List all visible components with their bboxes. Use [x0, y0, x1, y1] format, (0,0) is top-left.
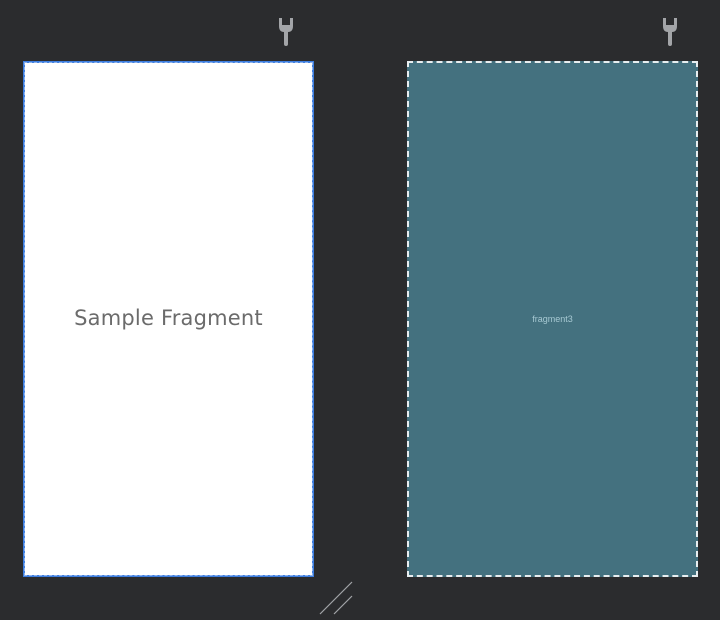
blueprint-preview-frame[interactable]: fragment3 [407, 61, 698, 577]
design-preview-frame[interactable]: Sample Fragment [23, 61, 314, 577]
design-wrench-icon[interactable] [276, 16, 296, 48]
resize-handle-icon[interactable] [318, 580, 354, 616]
blueprint-fragment-label: fragment3 [532, 314, 573, 324]
blueprint-wrench-icon[interactable] [660, 16, 680, 48]
design-fragment-label: Sample Fragment [74, 306, 263, 330]
